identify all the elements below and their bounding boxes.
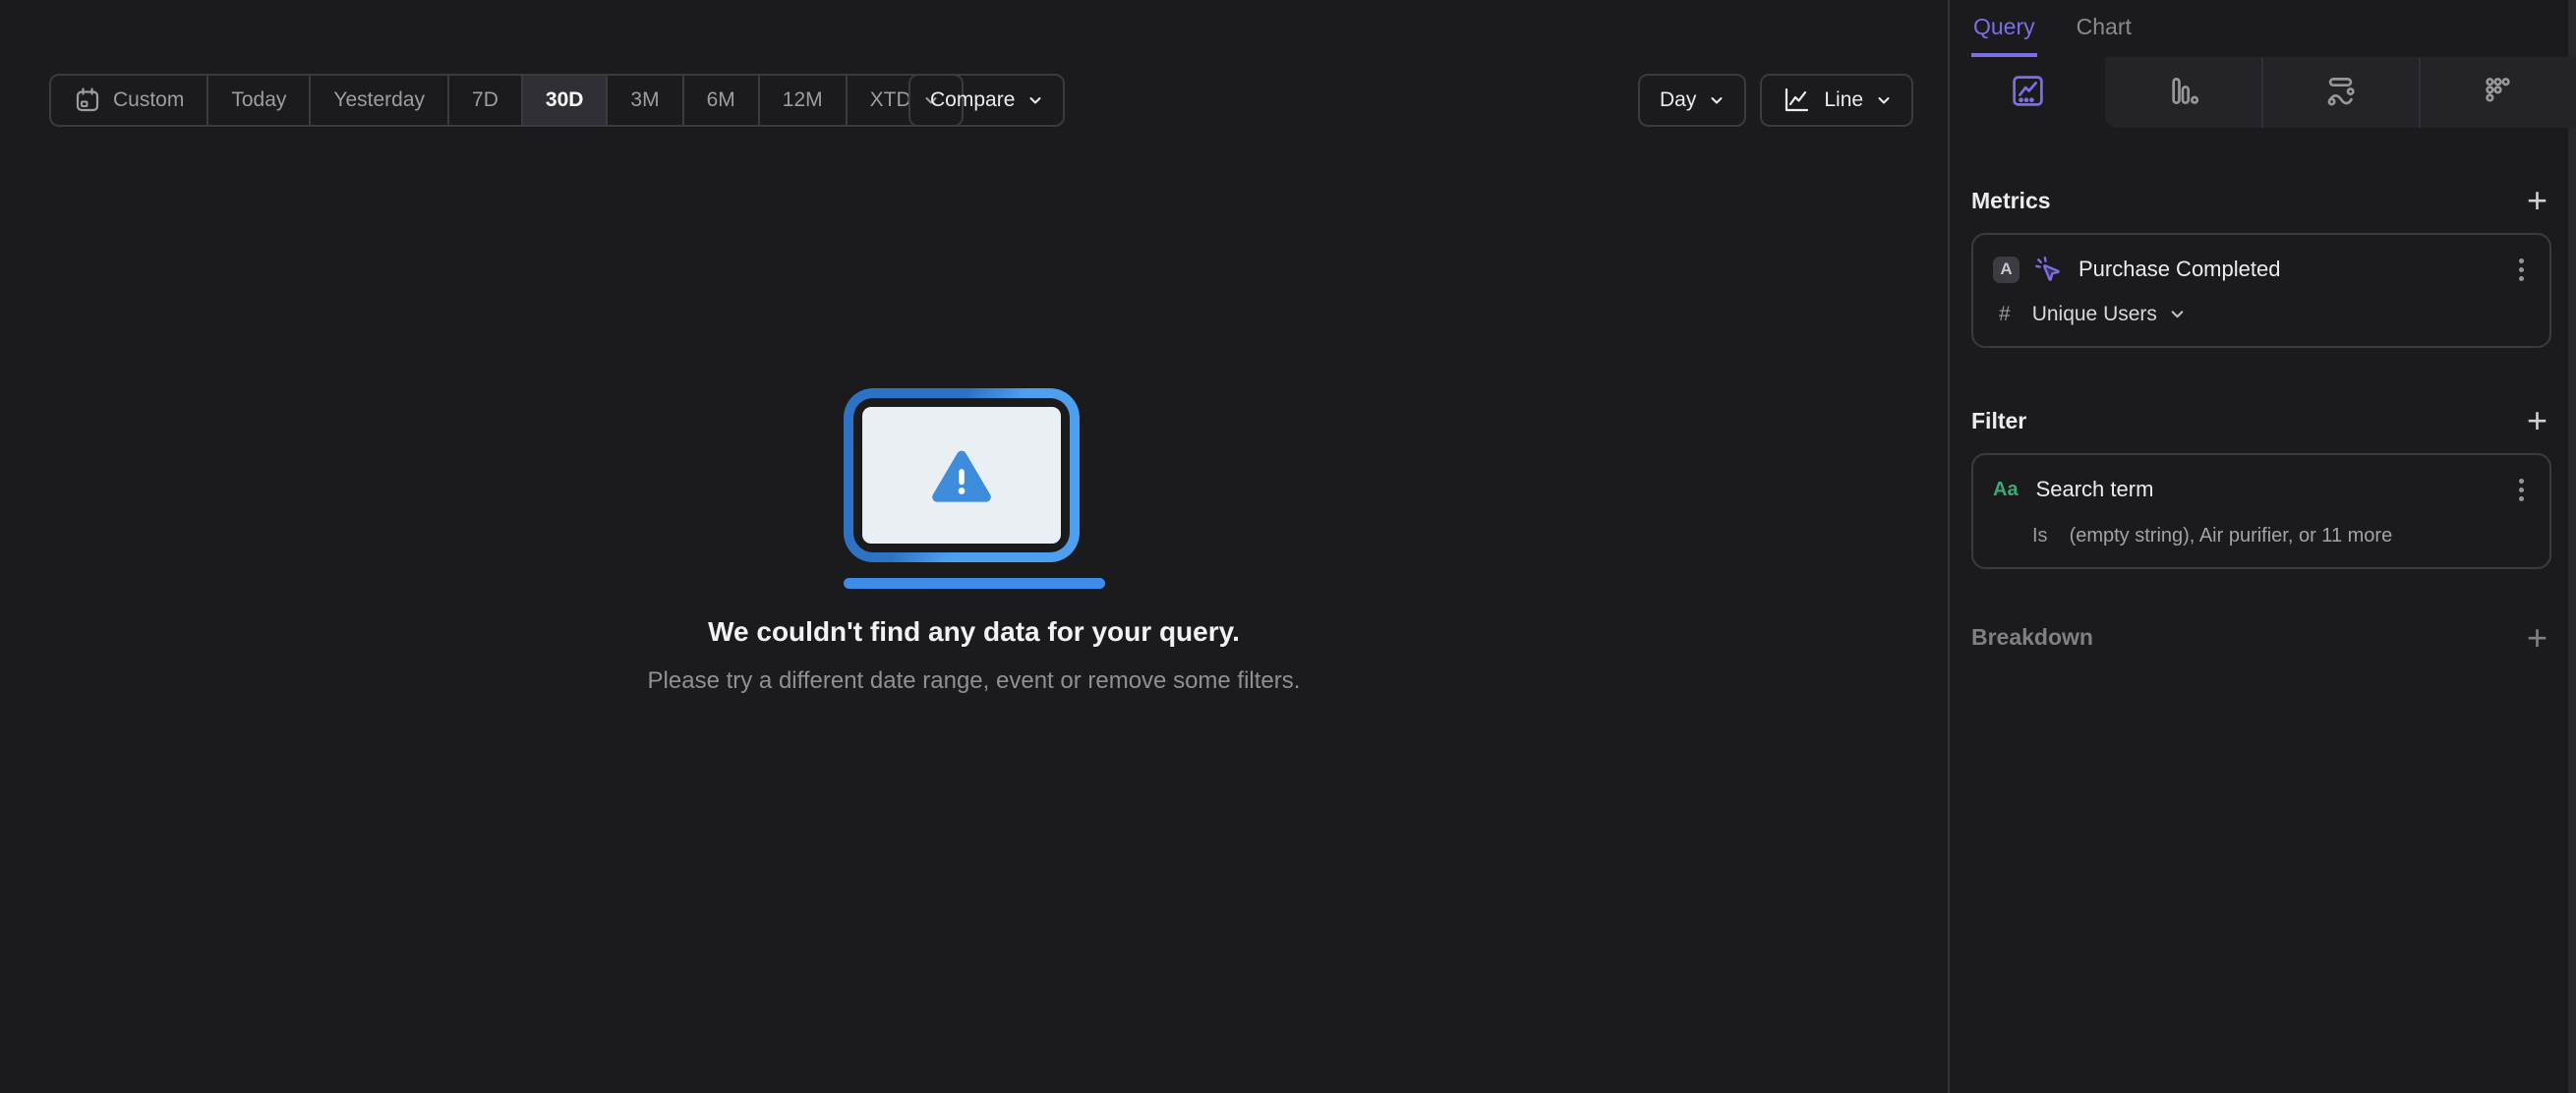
date-range-label: Custom xyxy=(113,88,185,111)
date-range-30d-button[interactable]: 30D xyxy=(520,76,607,125)
metrics-heading: Metrics xyxy=(1971,187,2051,213)
metric-card[interactable]: A Purchase Completed # Unique Users xyxy=(1971,232,2551,348)
tab-query[interactable]: Query xyxy=(1971,0,2037,57)
query-builder-content: Metrics + A Purchase Completed # Unique … xyxy=(1950,183,2576,655)
add-breakdown-button[interactable]: + xyxy=(2527,619,2547,655)
laptop-frame xyxy=(843,388,1080,562)
filter-heading: Filter xyxy=(1971,407,2027,433)
laptop-base xyxy=(843,578,1105,589)
chevron-down-icon xyxy=(1027,92,1043,108)
date-range-today-button[interactable]: Today xyxy=(206,76,309,125)
date-range-6m-button[interactable]: 6M xyxy=(681,76,758,125)
filter-property-name[interactable]: Search term xyxy=(2036,477,2154,502)
add-metric-button[interactable]: + xyxy=(2527,183,2547,218)
event-click-icon xyxy=(2033,255,2063,284)
date-range-yesterday-button[interactable]: Yesterday xyxy=(309,76,447,125)
metric-options-kebab-icon[interactable] xyxy=(2513,255,2530,285)
view-type-tabs xyxy=(1950,57,2576,128)
metric-name[interactable]: Purchase Completed xyxy=(2078,257,2280,282)
filter-section-header: Filter + xyxy=(1971,402,2551,437)
date-range-12m-button[interactable]: 12M xyxy=(757,76,846,125)
date-range-custom-button[interactable]: Custom xyxy=(51,76,206,125)
insights-line-icon xyxy=(2010,73,2046,112)
filter-operator[interactable]: Is xyxy=(2032,525,2048,547)
filter-values[interactable]: (empty string), Air purifier, or 11 more xyxy=(2070,525,2393,547)
filter-options-kebab-icon[interactable] xyxy=(2513,475,2530,505)
warning-triangle-icon xyxy=(931,450,991,502)
filter-condition[interactable]: Is (empty string), Air purifier, or 11 m… xyxy=(1993,525,2530,547)
view-tab-insights[interactable] xyxy=(1950,57,2105,128)
main-chart-area: Custom Today Yesterday 7D 30D 3M 6M 12M … xyxy=(0,0,1948,1093)
chevron-down-icon xyxy=(1876,92,1892,108)
chart-controls: Day Line xyxy=(1638,74,1914,127)
date-range-toolbar: Custom Today Yesterday 7D 30D 3M 6M 12M … xyxy=(49,74,964,127)
filter-card[interactable]: Aa Search term Is (empty string), Air pu… xyxy=(1971,452,2551,569)
no-data-illustration xyxy=(843,388,1105,589)
chevron-down-icon xyxy=(1709,92,1725,108)
compare-button[interactable]: Compare xyxy=(908,74,1066,127)
view-tab-flows[interactable] xyxy=(2260,57,2419,128)
view-tab-retention[interactable] xyxy=(2418,57,2576,128)
query-builder-sidebar: Query Chart Metrics + A Purchase Complet… xyxy=(1948,0,2576,1093)
view-tab-bar-chart[interactable] xyxy=(2105,57,2261,128)
bar-chart-icon xyxy=(2165,73,2201,112)
sidebar-tabs: Query Chart xyxy=(1950,0,2576,57)
metrics-section-header: Metrics + xyxy=(1971,183,2551,218)
flows-icon xyxy=(2322,73,2359,112)
line-chart-icon xyxy=(1782,86,1811,115)
chart-type-dropdown[interactable]: Line xyxy=(1760,74,1914,127)
date-range-3m-button[interactable]: 3M xyxy=(606,76,681,125)
tab-chart[interactable]: Chart xyxy=(2075,0,2134,57)
hash-icon: # xyxy=(1999,302,2011,325)
string-type-icon: Aa xyxy=(1993,478,2019,500)
metric-aggregation-selector[interactable]: # Unique Users xyxy=(1993,303,2530,326)
aggregation-label[interactable]: Unique Users xyxy=(2032,303,2157,326)
laptop-screen xyxy=(861,407,1061,544)
date-range-7d-button[interactable]: 7D xyxy=(447,76,521,125)
empty-state: We couldn't find any data for your query… xyxy=(0,388,1948,695)
chevron-down-icon xyxy=(2169,306,2186,322)
add-filter-button[interactable]: + xyxy=(2527,402,2547,437)
empty-state-title: We couldn't find any data for your query… xyxy=(708,616,1240,647)
calendar-icon xyxy=(74,86,101,114)
breakdown-heading: Breakdown xyxy=(1971,624,2093,651)
retention-grid-icon xyxy=(2480,73,2516,112)
sidebar-scrollbar[interactable] xyxy=(2568,0,2576,1093)
breakdown-section-header: Breakdown + xyxy=(1971,619,2551,655)
metric-letter-badge: A xyxy=(1993,256,2020,283)
empty-state-subtitle: Please try a different date range, event… xyxy=(647,667,1301,694)
granularity-dropdown[interactable]: Day xyxy=(1638,74,1747,127)
